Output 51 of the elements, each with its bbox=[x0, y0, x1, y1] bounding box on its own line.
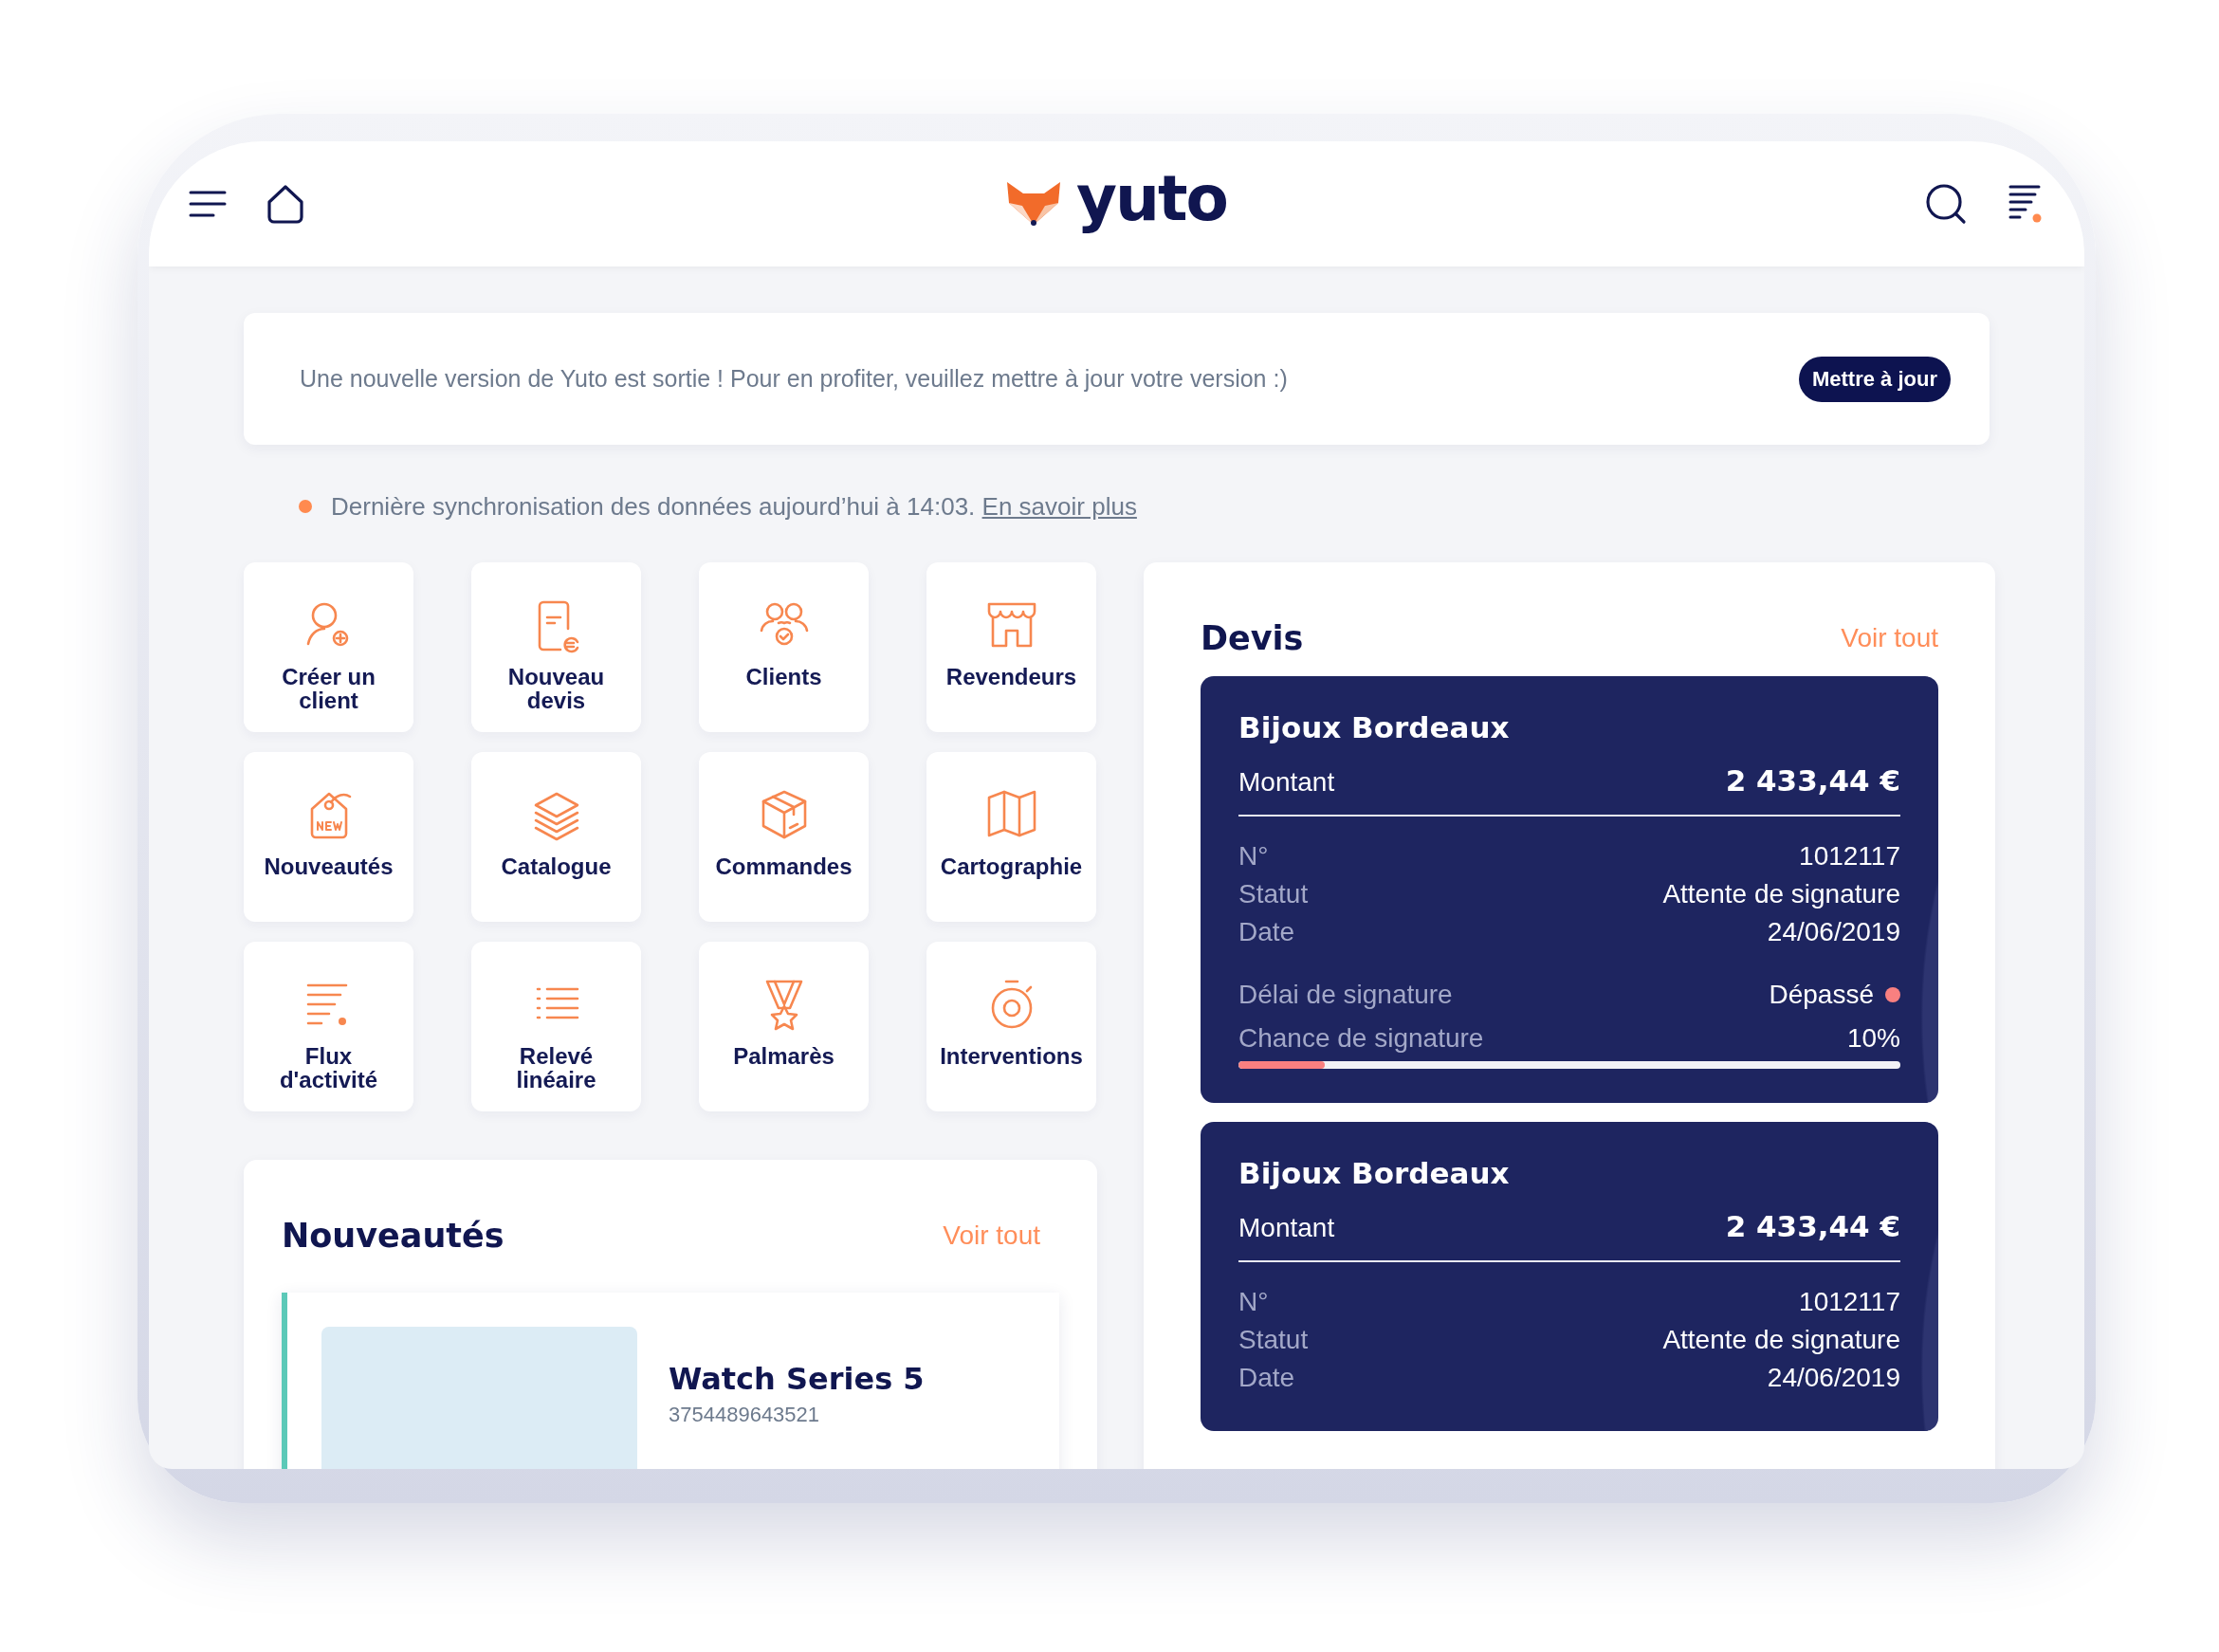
field-label: N° bbox=[1238, 1286, 1269, 1318]
shortcut-tile[interactable]: Clients bbox=[699, 562, 869, 732]
quote-card[interactable]: Bijoux Bordeaux Montant 2 433,44 € N° 1012117 Statut Attente de signature Date 24/06/2019 bbox=[1201, 1122, 1938, 1431]
quote-card[interactable]: Bijoux Bordeaux Montant 2 433,44 € N° 1012117 Statut Attente de signature Date 24/06/2019 Délai de signature Dépassé Chance de signature 10% bbox=[1201, 676, 1938, 1103]
sync-message: Dernière synchronisation des données aujourd’hui à 14:03. En savoir plus bbox=[331, 491, 1137, 522]
shortcut-tile[interactable]: Commandes bbox=[699, 752, 869, 922]
field-value: Attente de signature bbox=[1662, 878, 1900, 910]
field-label: Statut bbox=[1238, 878, 1309, 910]
product-code: 3754489643521 bbox=[669, 1403, 821, 1427]
section-title: Nouveautés bbox=[282, 1217, 504, 1255]
shortcut-tile[interactable]: Relevé linéaire bbox=[471, 942, 641, 1111]
field-value: 1012117 bbox=[1799, 1286, 1900, 1318]
product-card[interactable]: Watch Series 5 3754489643521 bbox=[282, 1293, 1059, 1469]
shortcut-tile[interactable]: Catalogue bbox=[471, 752, 641, 922]
field-label: Montant bbox=[1238, 1213, 1335, 1243]
sync-status-dot bbox=[299, 500, 312, 513]
field-value: 1012117 bbox=[1799, 840, 1900, 872]
client-name: Bijoux Bordeaux bbox=[1238, 1156, 1511, 1190]
field-value: 24/06/2019 bbox=[1767, 916, 1900, 948]
search-icon[interactable] bbox=[1925, 183, 1967, 225]
shortcut-tile[interactable]: Interventions bbox=[926, 942, 1096, 1111]
field-label: N° bbox=[1238, 840, 1269, 872]
home-icon[interactable] bbox=[265, 183, 306, 225]
field-label: Date bbox=[1238, 916, 1295, 948]
shortcut-tile[interactable]: Palmarès bbox=[699, 942, 869, 1111]
field-label: Date bbox=[1238, 1362, 1295, 1394]
field-label: Montant bbox=[1238, 767, 1335, 798]
overdue-dot bbox=[1885, 987, 1900, 1002]
field-value: Attente de signature bbox=[1662, 1324, 1900, 1356]
shortcut-tile[interactable]: Cartographie bbox=[926, 752, 1096, 922]
filter-list-icon[interactable] bbox=[2008, 184, 2043, 224]
menu-icon[interactable] bbox=[189, 190, 227, 218]
field-label: Délai de signature bbox=[1238, 979, 1453, 1011]
amount-value: 2 433,44 € bbox=[1725, 1209, 1900, 1243]
field-label: Chance de signature bbox=[1238, 1022, 1484, 1055]
amount-value: 2 433,44 € bbox=[1725, 763, 1900, 798]
client-name: Bijoux Bordeaux bbox=[1238, 710, 1511, 744]
shortcut-tile[interactable]: Nouveau devis bbox=[471, 562, 641, 732]
field-value: 10% bbox=[1846, 1022, 1900, 1055]
section-title: Devis bbox=[1201, 619, 1304, 657]
shortcut-tile[interactable]: Revendeurs bbox=[926, 562, 1096, 732]
field-value: Dépassé bbox=[1769, 979, 1874, 1011]
shortcut-tile[interactable]: Créer un client bbox=[244, 562, 413, 732]
update-button[interactable]: Mettre à jour bbox=[1798, 356, 1951, 402]
update-message: Une nouvelle version de Yuto est sortie ! Pour en profiter, veuillez mettre à jour votre version :) bbox=[300, 365, 1288, 393]
learn-more-link[interactable]: En savoir plus bbox=[981, 491, 1137, 521]
field-label: Statut bbox=[1238, 1324, 1309, 1356]
shortcut-tile[interactable]: Nouveautés bbox=[244, 752, 413, 922]
shortcut-tile[interactable]: Flux d'activité bbox=[244, 942, 413, 1111]
product-name: Watch Series 5 bbox=[669, 1361, 925, 1397]
field-value: 24/06/2019 bbox=[1767, 1362, 1900, 1394]
